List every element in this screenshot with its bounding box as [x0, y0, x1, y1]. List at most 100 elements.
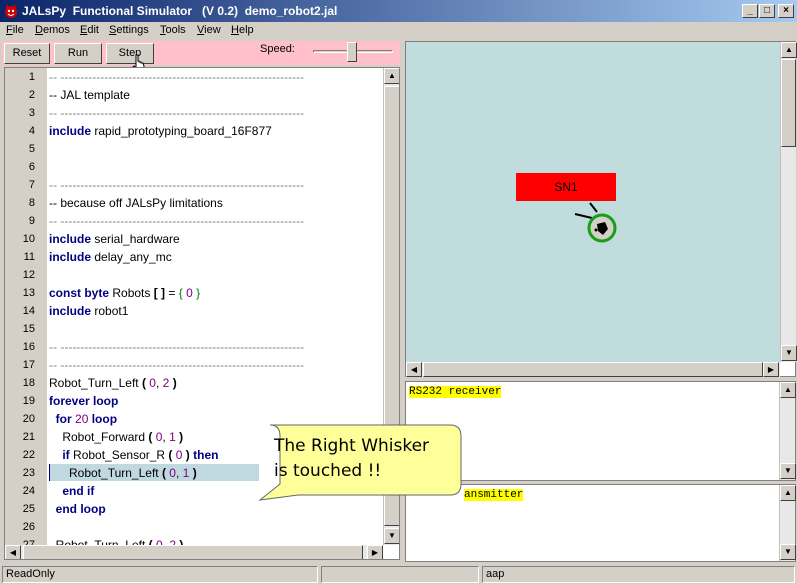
- sensor-sn1[interactable]: SN1: [516, 173, 616, 201]
- transmitter-scroll-up-arrow-icon[interactable]: ▲: [780, 485, 796, 501]
- close-button[interactable]: ×: [778, 4, 794, 18]
- rs232-transmitter-panel[interactable]: ansmitter ▲ ▼: [405, 484, 796, 562]
- sim-scroll-down-arrow-icon[interactable]: ▼: [781, 345, 797, 361]
- line-number: 5: [28, 143, 35, 155]
- sim-vscroll-thumb[interactable]: [781, 59, 796, 147]
- code-line[interactable]: include serial_hardware: [49, 232, 180, 246]
- robot-icon[interactable]: [570, 202, 622, 246]
- code-line[interactable]: const byte Robots [ ] = { 0 }: [49, 286, 200, 300]
- sim-scroll-right-arrow-icon[interactable]: ▶: [763, 362, 779, 377]
- line-number: 2: [28, 89, 35, 101]
- line-number: 6: [28, 161, 35, 173]
- line-number: 26: [22, 521, 35, 533]
- line-number: 17: [22, 359, 35, 371]
- line-number-gutter: 1 2 3 4 5 6 7 8 9 10 11 12 13 14 15 16 17 18 19 20 21 22 23 24 2…: [5, 68, 47, 551]
- sim-scroll-left-arrow-icon[interactable]: ◀: [406, 362, 422, 377]
- line-number: 15: [22, 323, 35, 335]
- line-number: 7: [28, 179, 35, 191]
- toolbar: Reset Run Step Speed:: [2, 41, 400, 65]
- line-number: 3: [28, 107, 35, 119]
- line-number: 18: [22, 377, 35, 389]
- code-line[interactable]: if Robot_Sensor_R ( 0 ) then: [49, 448, 218, 462]
- scroll-right-arrow-icon[interactable]: ▶: [367, 545, 383, 559]
- menu-view[interactable]: View: [197, 24, 221, 36]
- sim-horizontal-scrollbar[interactable]: ◀ ▶: [406, 362, 780, 377]
- code-line[interactable]: -- -------------------------------------…: [49, 106, 304, 120]
- menu-edit[interactable]: Edit: [80, 24, 99, 36]
- window-title: JALsPy Functional Simulator (V 0.2) demo…: [22, 4, 338, 18]
- minimize-button[interactable]: _: [742, 4, 758, 18]
- menu-demos[interactable]: Demos: [35, 24, 70, 36]
- sim-scroll-up-arrow-icon[interactable]: ▲: [781, 42, 797, 58]
- code-line[interactable]: -- JAL template: [49, 88, 130, 102]
- line-number: 11: [23, 251, 35, 263]
- scroll-left-arrow-icon[interactable]: ◀: [5, 545, 21, 559]
- code-line[interactable]: include robot1: [49, 304, 128, 318]
- line-number: 23: [22, 467, 35, 479]
- reset-button[interactable]: Reset: [4, 43, 50, 64]
- code-line[interactable]: Robot_Turn_Left ( 0, 1 ): [49, 466, 197, 480]
- sim-vertical-scrollbar[interactable]: ▲ ▼: [780, 42, 797, 362]
- code-line[interactable]: -- -------------------------------------…: [49, 358, 304, 372]
- code-line[interactable]: include rapid_prototyping_board_16F877: [49, 124, 272, 138]
- line-number: 24: [22, 485, 35, 497]
- menu-tools[interactable]: Tools: [160, 24, 186, 36]
- line-number: 25: [22, 503, 35, 515]
- title-bar: JALsPy Functional Simulator (V 0.2) demo…: [0, 0, 797, 22]
- code-line[interactable]: -- because off JALsPy limitations: [49, 196, 223, 210]
- line-number: 21: [22, 431, 35, 443]
- line-number: 20: [22, 413, 35, 425]
- status-bar: ReadOnly aap: [0, 564, 797, 584]
- scroll-down-arrow-icon[interactable]: ▼: [384, 528, 399, 544]
- code-line[interactable]: end if: [49, 484, 94, 498]
- code-line[interactable]: -- -------------------------------------…: [49, 178, 304, 192]
- receiver-scrollbar[interactable]: ▲ ▼: [779, 382, 796, 480]
- menu-file[interactable]: File: [6, 24, 24, 36]
- line-number: 10: [22, 233, 35, 245]
- status-panel-2: [321, 566, 479, 583]
- run-button[interactable]: Run: [54, 43, 102, 64]
- status-panel-3: aap: [482, 566, 795, 583]
- menu-bar: File Demos Edit Settings Tools View Help: [0, 22, 797, 40]
- simulation-panel: SN1 ▲ ▼ ◀ ▶: [405, 41, 797, 377]
- line-number: 12: [22, 269, 35, 281]
- line-number: 1: [28, 71, 35, 83]
- status-mode: ReadOnly: [2, 566, 318, 583]
- code-line[interactable]: -- -------------------------------------…: [49, 340, 304, 354]
- menu-help[interactable]: Help: [231, 24, 254, 36]
- line-number: 4: [28, 125, 35, 137]
- code-line[interactable]: -- -------------------------------------…: [49, 70, 304, 84]
- code-line[interactable]: Robot_Forward ( 0, 1 ): [49, 430, 183, 444]
- code-line[interactable]: forever loop: [49, 394, 118, 408]
- sim-hscroll-thumb[interactable]: [423, 362, 763, 377]
- speed-label: Speed:: [260, 43, 295, 55]
- rs232-transmitter-label: ansmitter: [464, 489, 524, 501]
- rs232-receiver-label: RS232 receiver: [409, 386, 502, 398]
- line-number: 9: [28, 215, 35, 227]
- code-line[interactable]: end loop: [49, 502, 106, 516]
- callout-text: The Right Whisker is touched !!: [274, 436, 430, 481]
- app-devil-icon: [5, 4, 17, 18]
- editor-horizontal-scrollbar[interactable]: ◀ ▶: [5, 545, 383, 559]
- line-number: 16: [22, 341, 35, 353]
- line-number: 14: [22, 305, 35, 317]
- rs232-receiver-panel[interactable]: RS232 receiver ▲ ▼: [405, 381, 796, 481]
- line-number: 19: [22, 395, 35, 407]
- transmitter-scroll-down-arrow-icon[interactable]: ▼: [780, 544, 796, 560]
- scroll-up-arrow-icon[interactable]: ▲: [384, 68, 399, 84]
- line-number: 13: [22, 287, 35, 299]
- transmitter-scrollbar[interactable]: ▲ ▼: [779, 485, 796, 561]
- code-line[interactable]: for 20 loop: [49, 412, 117, 426]
- receiver-scroll-up-arrow-icon[interactable]: ▲: [780, 382, 796, 398]
- menu-settings[interactable]: Settings: [109, 24, 149, 36]
- editor-hscroll-thumb[interactable]: [23, 545, 363, 559]
- receiver-scroll-down-arrow-icon[interactable]: ▼: [780, 463, 796, 479]
- speed-slider-thumb[interactable]: [347, 42, 357, 62]
- robot-arena[interactable]: SN1: [406, 42, 780, 362]
- line-number: 8: [28, 197, 35, 209]
- line-number: 22: [22, 449, 35, 461]
- maximize-button[interactable]: □: [759, 4, 775, 18]
- code-line[interactable]: -- -------------------------------------…: [49, 214, 304, 228]
- code-line[interactable]: include delay_any_mc: [49, 250, 172, 264]
- code-line[interactable]: Robot_Turn_Left ( 0, 2 ): [49, 376, 177, 390]
